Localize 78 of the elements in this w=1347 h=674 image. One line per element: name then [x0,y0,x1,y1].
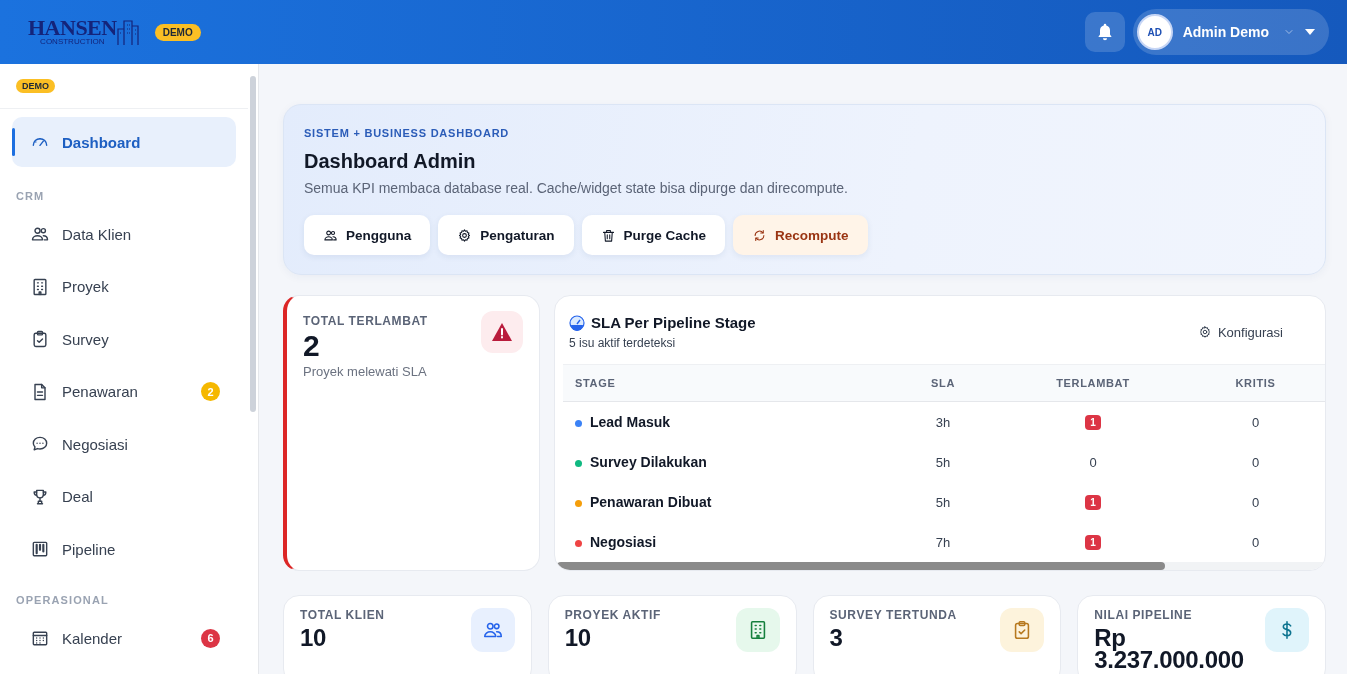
people-icon [30,224,50,244]
buildings-icon [116,18,139,46]
notification-button[interactable] [1084,12,1125,52]
card-value: 3 [829,627,844,649]
user-menu-button[interactable]: AD Admin Demo [1132,9,1329,55]
card-note: Proyek melewati SLA [303,364,428,379]
logo-text: HANSEN [28,18,117,38]
clipboard-icon [30,329,50,349]
table-cell: 0 [1251,494,1260,510]
late-count-badge: 1 [1085,535,1101,550]
logo-tagline: CONSTRUCTION [40,38,105,46]
table-cell: 0 [1251,414,1260,430]
settings-icon [457,227,473,243]
table-cell: Lead Masuk [590,414,671,430]
scrollbar-thumb[interactable] [557,562,1166,570]
gauge-icon [569,314,585,331]
table-cell: Penawaran Dibuat [590,494,712,510]
column-header: KRITIS [1235,377,1276,389]
count-badge: 2 [201,382,220,401]
card-value: 10 [564,627,592,649]
card-label: NILAI PIPELINE [1094,608,1193,622]
settings-icon [1197,325,1212,339]
column-header: SLA [931,377,955,389]
card-subtitle: 5 isu aktif terdeteksi [569,336,677,350]
building-icon [30,276,50,297]
caret-icon [1305,29,1315,35]
card-title: SLA Per Pipeline Stage [591,314,756,331]
nav-item[interactable]: Data Klien [12,212,236,256]
table-cell: 5h [935,454,951,470]
table-cell: 0 [1251,534,1260,550]
section-kicker: SISTEM + BUSINESS DASHBOARD [304,127,511,139]
calendar-icon [30,628,50,648]
table-cell: 0 [1089,454,1097,470]
action-button[interactable]: Pengaturan [438,215,574,255]
nav-item[interactable]: Survey [12,317,236,361]
table-cell: 0 [1251,454,1260,470]
nav-item[interactable]: Dashboard [12,117,236,167]
refresh-icon [752,227,768,243]
trash-icon [600,227,616,243]
card-label: SURVEY TERTUNDA [829,608,958,622]
table-cell: 3h [935,414,951,430]
action-button[interactable]: Pengguna [304,215,431,255]
table-cell: Survey Dilakukan [590,454,707,470]
demo-badge: DEMO [16,79,55,93]
card-value: Rp 3.237.000.000 [1094,627,1245,671]
late-count-badge: 1 [1085,495,1101,510]
late-count-badge: 1 [1085,415,1101,430]
card-value: 2 [303,330,321,362]
table-cell: 7h [935,534,951,550]
nav-item[interactable]: Kalender 6 [12,616,236,660]
nav-item[interactable]: Deal [12,474,236,519]
action-button[interactable]: Recompute [733,215,868,255]
warning-icon [492,323,512,341]
people-icon [323,227,338,243]
table-cell: Negosiasi [590,534,657,550]
section-heading: OPERASIONAL [15,592,110,608]
page-title: Dashboard Admin [304,149,477,174]
board-icon [30,539,50,559]
nav-item[interactable]: Pipeline [12,527,236,571]
page-description: Semua KPI membaca database real. Cache/widget state bisa dipurge dan direcompute. [304,180,849,196]
avatar: AD [1136,14,1173,50]
card-value: 10 [300,627,328,649]
card-label: TOTAL TERLAMBAT [303,314,429,328]
column-header: TERLAMBAT [1056,377,1130,389]
table-cell: 5h [935,494,951,510]
configure-button[interactable]: Konfigurasi [1191,323,1289,341]
user-name: Admin Demo [1182,24,1269,40]
card-label: TOTAL KLIEN [300,608,386,622]
section-heading: CRM [15,188,46,204]
scrollbar-thumb[interactable] [250,76,256,412]
demo-badge: DEMO [154,23,201,41]
nav-item[interactable]: Proyek [12,264,236,309]
card-label: PROYEK AKTIF [564,608,662,622]
count-badge: 6 [201,628,220,648]
nav-item[interactable]: Penawaran 2 [12,369,236,414]
column-header: STAGE [575,377,616,389]
action-button[interactable]: Purge Cache [581,215,726,255]
nav-item[interactable]: Negosiasi [12,422,236,466]
